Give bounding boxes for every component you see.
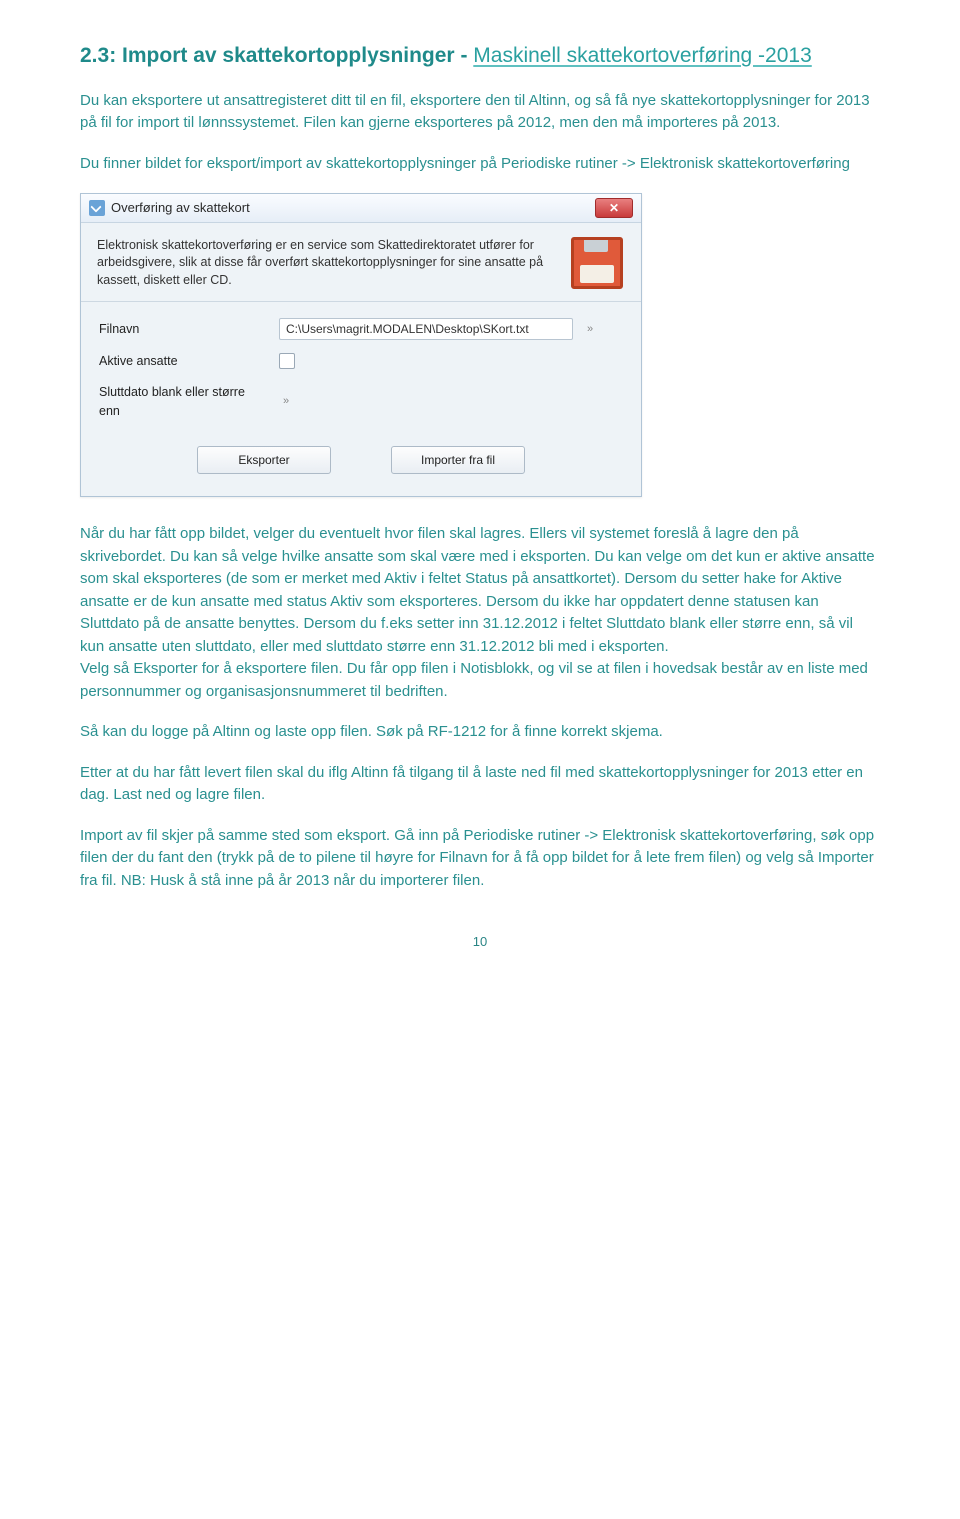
- paragraph-location: Du finner bildet for eksport/import av s…: [80, 153, 880, 176]
- document-page: 2.3: Import av skattekortopplysninger - …: [0, 0, 960, 992]
- section-heading: 2.3: Import av skattekortopplysninger - …: [80, 40, 880, 72]
- page-number: 10: [80, 932, 880, 952]
- importer-button[interactable]: Importer fra fil: [391, 446, 525, 474]
- paragraph-download: Etter at du har fått levert filen skal d…: [80, 762, 880, 807]
- close-icon: ✕: [609, 199, 619, 217]
- section-title-main: Import av skattekortopplysninger -: [122, 44, 467, 67]
- paragraph-export-instructions: Når du har fått opp bildet, velger du ev…: [80, 523, 880, 703]
- browse-icon[interactable]: »: [587, 321, 593, 338]
- paragraph-altinn: Så kan du logge på Altinn og laste opp f…: [80, 721, 880, 744]
- label-filnavn: Filnavn: [99, 320, 269, 339]
- section-title-sub: Maskinell skattekortoverføring -2013: [473, 44, 811, 67]
- dialog-header: Elektronisk skattekortoverføring er en s…: [81, 223, 641, 302]
- label-sluttdato: Sluttdato blank eller større enn: [99, 383, 269, 421]
- dialog-body: Filnavn C:\Users\magrit.MODALEN\Desktop\…: [81, 302, 641, 496]
- date-picker-icon[interactable]: »: [283, 393, 289, 410]
- row-aktive: Aktive ansatte: [99, 352, 623, 371]
- dialog-description: Elektronisk skattekortoverføring er en s…: [97, 237, 555, 290]
- section-number: 2.3:: [80, 44, 116, 67]
- dialog-button-row: Eksporter Importer fra fil: [99, 446, 623, 474]
- floppy-disk-icon: [569, 235, 625, 291]
- close-button[interactable]: ✕: [595, 198, 633, 218]
- dialog-title-group: Overføring av skattekort: [89, 198, 250, 218]
- input-filnavn[interactable]: C:\Users\magrit.MODALEN\Desktop\SKort.tx…: [279, 318, 573, 340]
- row-filnavn: Filnavn C:\Users\magrit.MODALEN\Desktop\…: [99, 318, 623, 340]
- paragraph-export-a: Når du har fått opp bildet, velger du ev…: [80, 525, 875, 655]
- checkbox-aktive[interactable]: [279, 353, 295, 369]
- label-aktive: Aktive ansatte: [99, 352, 269, 371]
- paragraph-export-b: Velg så Eksporter for å eksportere filen…: [80, 660, 868, 700]
- eksporter-button[interactable]: Eksporter: [197, 446, 331, 474]
- window-icon: [89, 200, 105, 216]
- dialog-skattekort-overforing: Overføring av skattekort ✕ Elektronisk s…: [80, 193, 642, 497]
- paragraph-import: Import av fil skjer på samme sted som ek…: [80, 825, 880, 893]
- row-sluttdato: Sluttdato blank eller større enn »: [99, 383, 623, 421]
- paragraph-intro: Du kan eksportere ut ansattregisteret di…: [80, 90, 880, 135]
- dialog-title-text: Overføring av skattekort: [111, 198, 250, 218]
- dialog-titlebar: Overføring av skattekort ✕: [81, 194, 641, 223]
